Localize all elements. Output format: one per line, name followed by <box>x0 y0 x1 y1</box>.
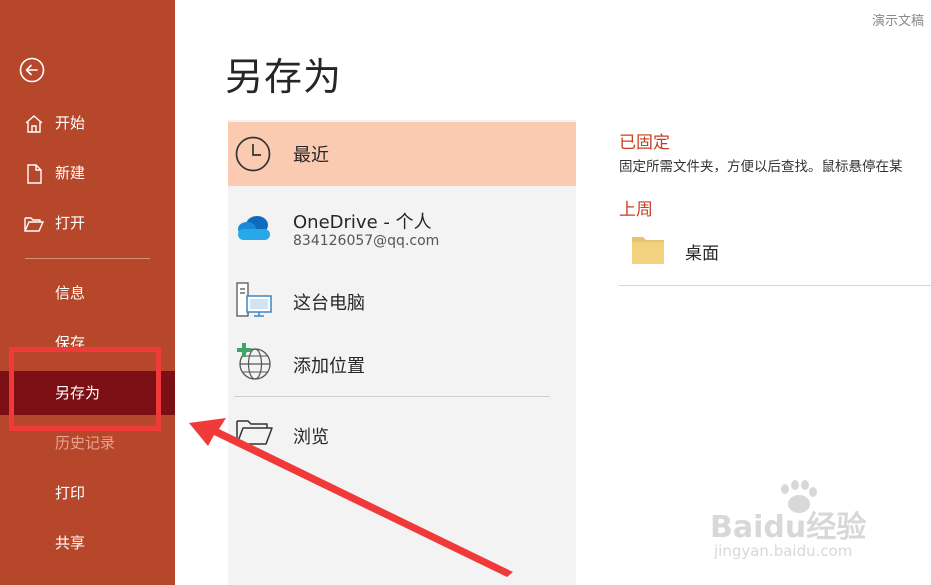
nav-item-label: 新建 <box>55 164 86 182</box>
folder-name: 桌面 <box>685 244 719 264</box>
watermark-url: jingyan.baidu.com <box>714 542 853 560</box>
nav-item-label: 打开 <box>55 214 86 232</box>
location-browse[interactable]: 浏览 <box>228 410 576 458</box>
onedrive-cloud-icon <box>238 216 270 240</box>
page-title: 另存为 <box>225 55 343 99</box>
nav-item-label: 共享 <box>55 534 86 552</box>
location-recent[interactable]: 最近 <box>228 122 576 186</box>
locations-divider <box>234 396 550 397</box>
location-title: OneDrive - 个人 <box>293 212 432 233</box>
last-week-heading: 上周 <box>619 200 653 220</box>
nav-item-print[interactable]: 打印 <box>0 471 175 515</box>
pinned-heading: 已固定 <box>619 133 670 153</box>
back-arrow-icon[interactable] <box>19 57 45 83</box>
folder-icon <box>632 237 664 264</box>
nav-item-label: 打印 <box>55 484 86 502</box>
home-icon <box>25 115 43 133</box>
this-pc-icon <box>236 282 272 317</box>
browse-folder-icon <box>236 420 273 445</box>
folder-item-desktop[interactable]: 桌面 <box>619 222 931 285</box>
nav-item-open[interactable]: 打开 <box>0 201 175 245</box>
annotation-highlight-box <box>9 347 161 431</box>
location-title: 最近 <box>293 145 329 166</box>
nav-item-label: 信息 <box>55 284 86 302</box>
save-locations-list: 最近 OneDrive - 个人 834126057@qq.com 这台电脑 添… <box>228 120 576 585</box>
nav-item-info[interactable]: 信息 <box>0 271 175 315</box>
location-onedrive[interactable]: OneDrive - 个人 834126057@qq.com <box>228 200 576 260</box>
location-account: 834126057@qq.com <box>293 233 440 249</box>
location-add-place[interactable]: 添加位置 <box>228 338 576 388</box>
watermark-brand: Baidu经验 <box>710 510 867 545</box>
backstage-sidebar: 开始 新建 打开 信息 保存 另存为 历史记录 打印 共享 <box>0 0 175 585</box>
sidebar-divider <box>25 258 150 259</box>
location-title: 这台电脑 <box>293 293 365 314</box>
nav-item-label: 开始 <box>55 114 86 132</box>
clock-icon <box>235 136 271 172</box>
location-title: 浏览 <box>293 427 329 448</box>
nav-item-home[interactable]: 开始 <box>0 101 175 145</box>
document-name: 演示文稿 <box>872 14 925 29</box>
folder-divider <box>619 285 931 286</box>
pinned-description: 固定所需文件夹，方便以后查找。鼠标悬停在某 <box>619 159 903 175</box>
nav-item-share[interactable]: 共享 <box>0 521 175 565</box>
nav-item-new[interactable]: 新建 <box>0 151 175 195</box>
open-folder-icon <box>24 217 45 232</box>
new-file-icon <box>27 164 42 184</box>
location-this-pc[interactable]: 这台电脑 <box>228 275 576 325</box>
location-title: 添加位置 <box>293 356 365 377</box>
add-location-globe-icon <box>237 343 271 380</box>
